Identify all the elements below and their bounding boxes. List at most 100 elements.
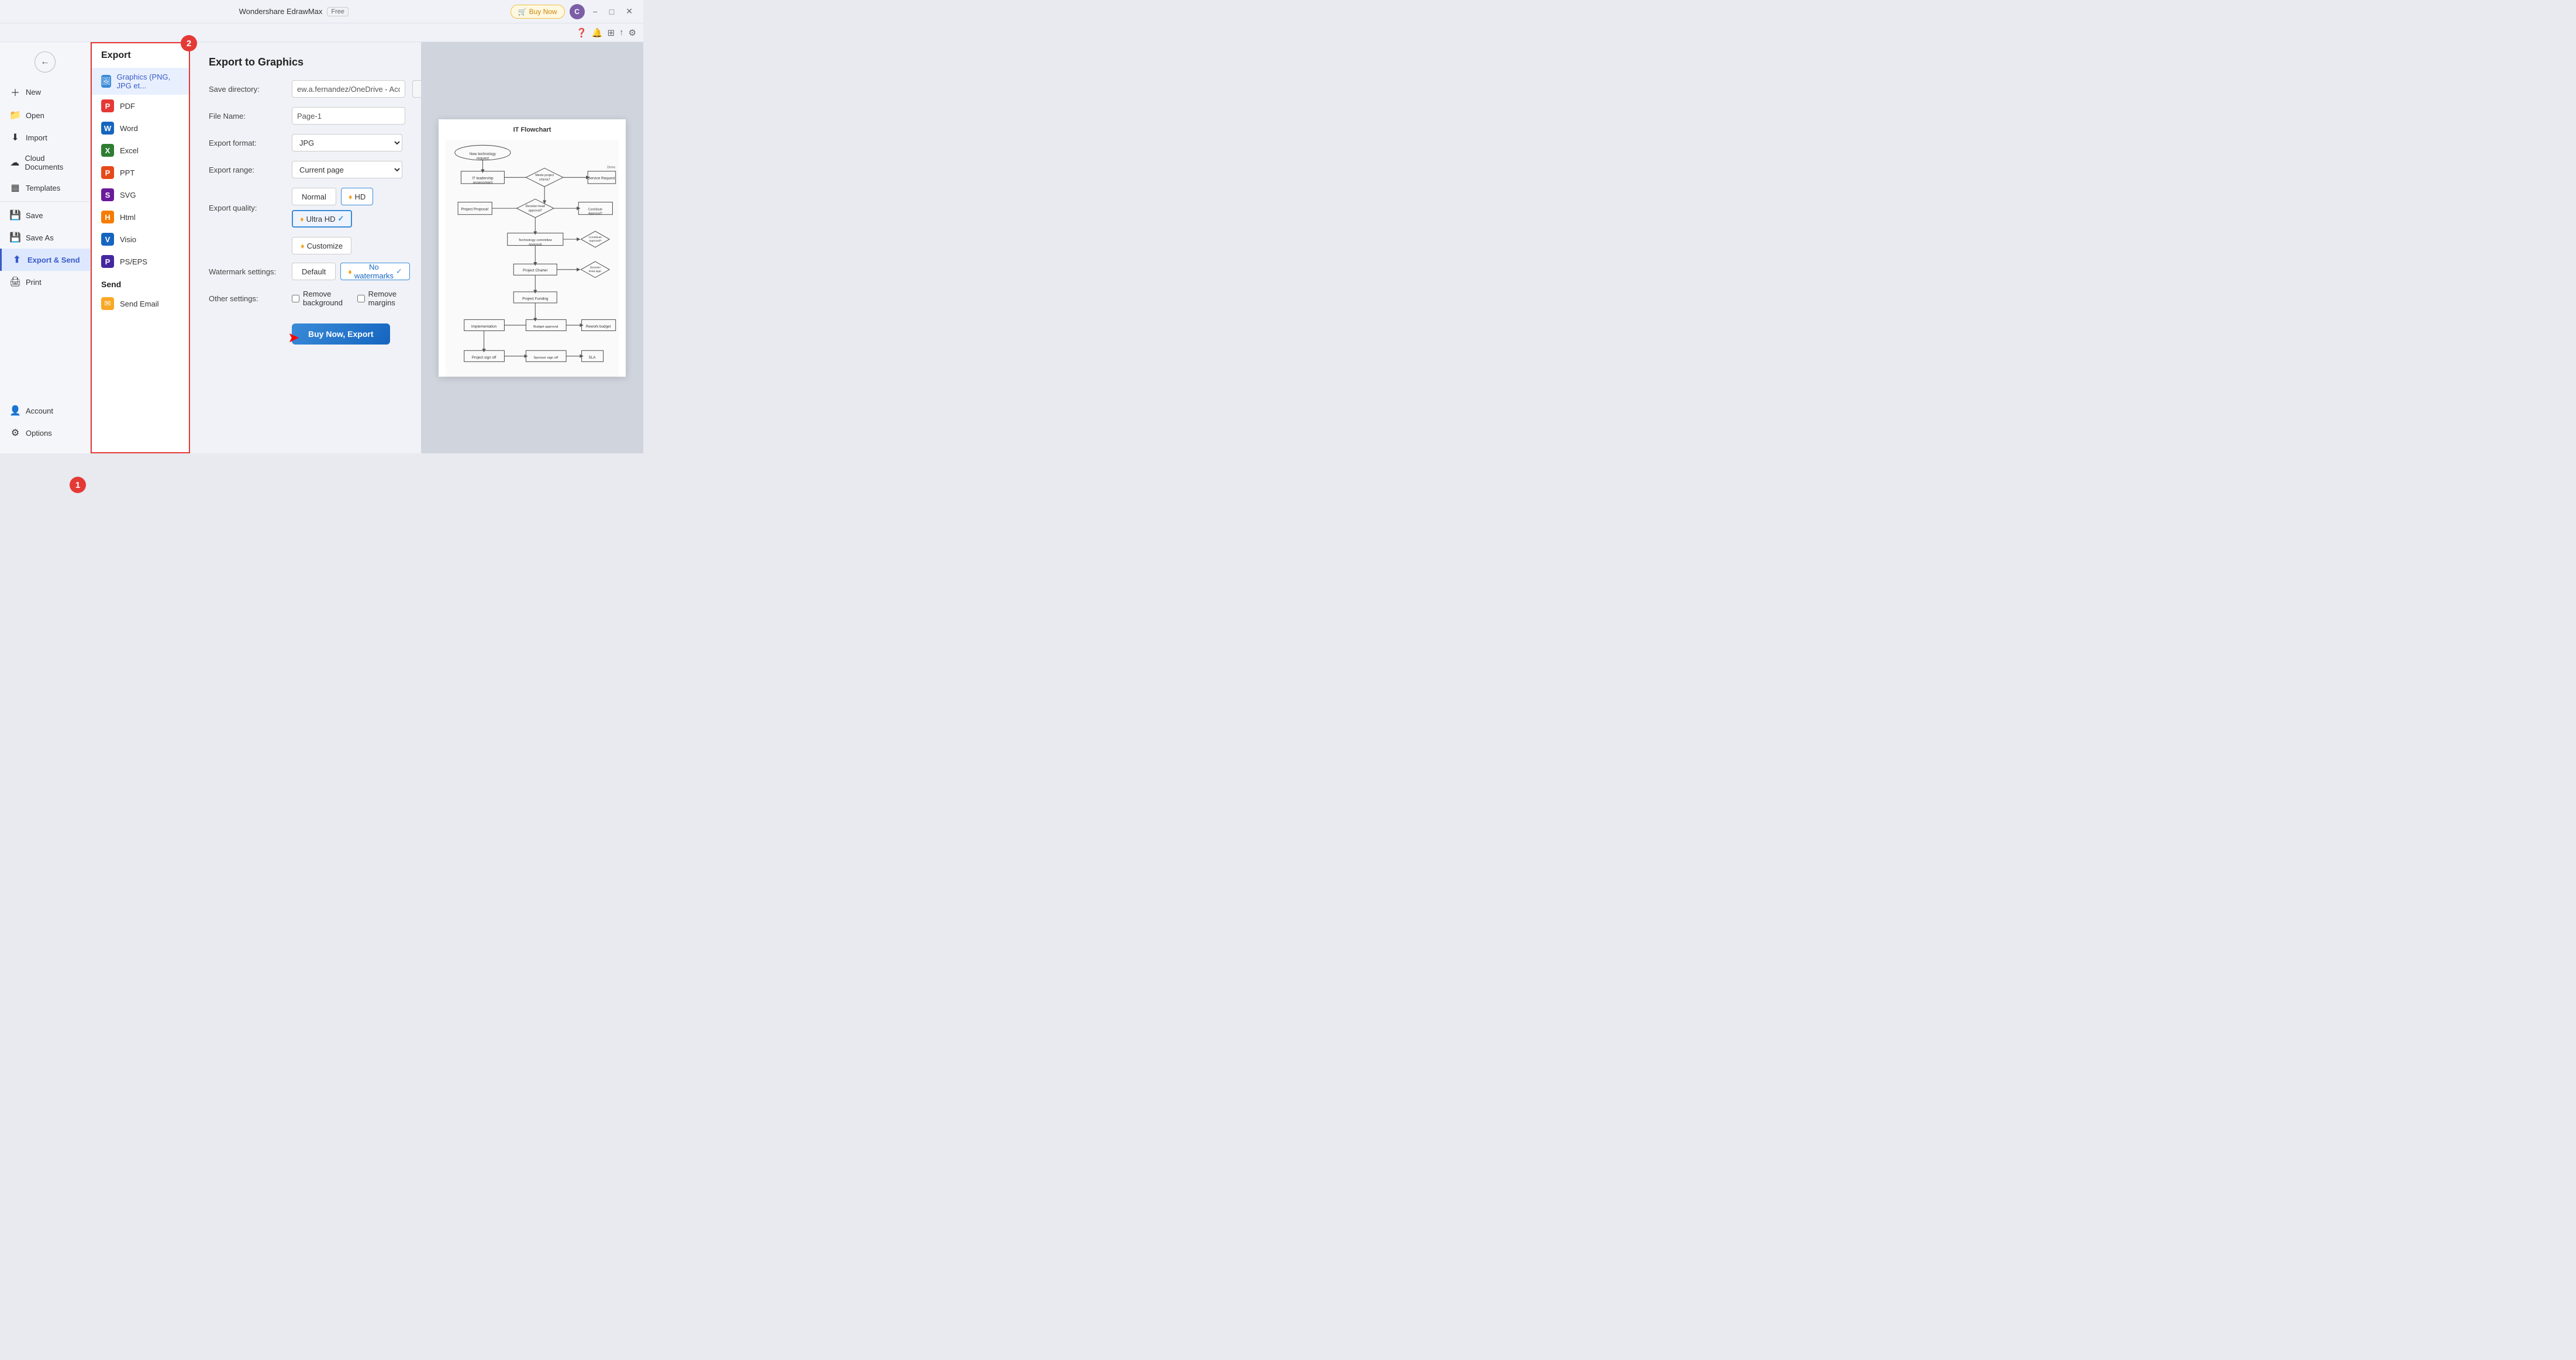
share-icon[interactable]: ↑ (619, 27, 624, 37)
export-range-label: Export range: (209, 166, 285, 174)
export-panel: 2 Export 🖼 Graphics (PNG, JPG et... P PD… (91, 42, 190, 453)
file-name-row: File Name: (209, 107, 402, 125)
customize-row: ♦ Customize (209, 237, 402, 254)
svg-text:Demo: Demo (607, 166, 615, 169)
export-item-ppt[interactable]: P PPT (92, 161, 189, 184)
svg-text:Project Funding: Project Funding (522, 297, 549, 301)
sidebar-item-open[interactable]: 📁 Open (0, 104, 90, 126)
badge-1: 1 (70, 477, 86, 493)
avatar[interactable]: C (570, 4, 585, 19)
settings-icon[interactable]: ⚙ (629, 27, 636, 38)
excel-icon: X (101, 144, 114, 157)
main-layout: ← ＋ New 📁 Open ⬇ Import ☁ Cloud Document… (0, 42, 643, 453)
notification-icon[interactable]: 🔔 (592, 27, 603, 38)
close-button[interactable]: ✕ (622, 5, 636, 18)
remove-margins-input[interactable] (357, 295, 365, 302)
svg-text:Approval?: Approval? (588, 212, 602, 215)
save-directory-input[interactable] (292, 80, 405, 98)
export-item-email[interactable]: ✉ Send Email (92, 292, 189, 315)
sidebar-item-account[interactable]: 👤 Account (0, 400, 90, 422)
graphics-icon: 🖼 (101, 75, 111, 88)
sidebar-item-import[interactable]: ⬇ Import (0, 126, 90, 149)
svg-text:Service Request: Service Request (588, 176, 615, 180)
sidebar-item-print[interactable]: 🖨 Print (0, 271, 90, 293)
quality-hd-button[interactable]: ♦ HD (341, 188, 373, 205)
print-icon: 🖨 (9, 276, 21, 288)
export-content: Export to Graphics Save directory: Brows… (190, 42, 421, 453)
svg-text:New technology: New technology (470, 152, 496, 156)
remove-background-input[interactable] (292, 295, 299, 302)
flowchart-preview: New technology request IT leadership ass… (446, 139, 619, 377)
export-item-pdf[interactable]: P PDF (92, 95, 189, 117)
export-item-word[interactable]: W Word (92, 117, 189, 139)
svg-text:Contribute: Contribute (588, 208, 602, 211)
quality-normal-button[interactable]: Normal (292, 188, 336, 205)
toolbar-row: ❓ 🔔 ⊞ ↑ ⚙ (0, 23, 643, 42)
export-range-row: Export range: Current page All pages Sel… (209, 161, 402, 178)
file-name-label: File Name: (209, 112, 285, 120)
watermark-default-button[interactable]: Default (292, 263, 336, 280)
svg-text:head appr.: head appr. (589, 270, 602, 273)
export-item-excel[interactable]: X Excel (92, 139, 189, 161)
export-item-pseps[interactable]: P PS/EPS (92, 250, 189, 273)
svg-text:assessment: assessment (473, 180, 493, 184)
export-panel-title: Export (92, 50, 189, 68)
buy-now-label: Buy Now (529, 8, 557, 16)
word-icon: W (101, 122, 114, 135)
export-item-html[interactable]: H Html (92, 206, 189, 228)
titlebar-right: 🛒 Buy Now C − □ ✕ (511, 4, 636, 19)
buy-now-button[interactable]: 🛒 Buy Now (511, 5, 565, 19)
minimize-button[interactable]: − (589, 6, 601, 18)
sidebar-item-templates[interactable]: ▦ Templates (0, 177, 90, 199)
remove-margins-checkbox[interactable]: Remove margins (357, 290, 402, 307)
buy-export-button[interactable]: Buy Now, Export (292, 323, 390, 345)
svg-text:Approval?: Approval? (589, 239, 602, 243)
save-directory-label: Save directory: (209, 85, 285, 94)
titlebar-center: Wondershare EdrawMax Free (239, 7, 349, 16)
sidebar-item-new[interactable]: ＋ New (0, 80, 90, 104)
apps-icon[interactable]: ⊞ (607, 27, 615, 38)
help-icon[interactable]: ❓ (576, 27, 587, 38)
quality-ultrahd-button[interactable]: ♦ Ultra HD ✓ (292, 210, 352, 228)
svg-text:Technology committee: Technology committee (518, 239, 552, 242)
cart-icon: 🛒 (518, 8, 527, 16)
other-settings-label: Other settings: (209, 294, 285, 303)
other-settings-row: Other settings: Remove background Remove… (209, 290, 402, 307)
export-quality-label: Export quality: (209, 204, 285, 212)
export-item-visio[interactable]: V Visio (92, 228, 189, 250)
sidebar-bottom: 👤 Account ⚙ Options (0, 400, 90, 449)
free-badge: Free (327, 7, 349, 16)
export-button-container: Buy Now, Export ➤ (209, 319, 390, 345)
customize-button[interactable]: ♦ Customize (292, 237, 351, 254)
svg-text:IT leadership: IT leadership (472, 176, 494, 180)
sidebar-item-saveas[interactable]: 💾 Save As (0, 226, 90, 249)
crown-icon-4: ♦ (348, 267, 352, 276)
export-format-select[interactable]: JPG PNG BMP SVG PDF (292, 134, 402, 152)
import-icon: ⬇ (9, 132, 21, 143)
crown-icon-3: ♦ (301, 242, 305, 250)
watermark-active-button[interactable]: ♦ No watermarks ✓ (340, 263, 410, 280)
sidebar-item-cloud[interactable]: ☁ Cloud Documents (0, 149, 90, 177)
sidebar-item-save[interactable]: 💾 Save (0, 204, 90, 226)
svg-text:Project sign off: Project sign off (472, 356, 496, 360)
export-range-select[interactable]: Current page All pages Selected area (292, 161, 402, 178)
options-icon: ⚙ (9, 427, 21, 439)
export-item-graphics[interactable]: 🖼 Graphics (PNG, JPG et... (92, 68, 189, 95)
remove-background-checkbox[interactable]: Remove background (292, 290, 346, 307)
export-item-svg[interactable]: S SVG (92, 184, 189, 206)
crown-icon: ♦ (349, 192, 353, 201)
crown-icon-2: ♦ (300, 215, 304, 223)
browse-button[interactable]: Browse (412, 80, 421, 98)
titlebar: Wondershare EdrawMax Free 🛒 Buy Now C − … (0, 0, 643, 23)
ps-icon: P (101, 255, 114, 268)
sidebar-item-export[interactable]: ⬆ Export & Send 1 (0, 249, 90, 271)
svg-text:criteria?: criteria? (539, 178, 550, 181)
checkbox-group: Remove background Remove margins (292, 290, 402, 307)
maximize-button[interactable]: □ (606, 6, 618, 18)
visio-icon: V (101, 233, 114, 246)
export-quality-row: Export quality: Normal ♦ HD ♦ Ultra HD ✓ (209, 188, 402, 228)
pdf-icon: P (101, 99, 114, 112)
file-name-input[interactable] (292, 107, 405, 125)
sidebar-item-options[interactable]: ⚙ Options (0, 422, 90, 444)
back-button[interactable]: ← (35, 51, 56, 73)
